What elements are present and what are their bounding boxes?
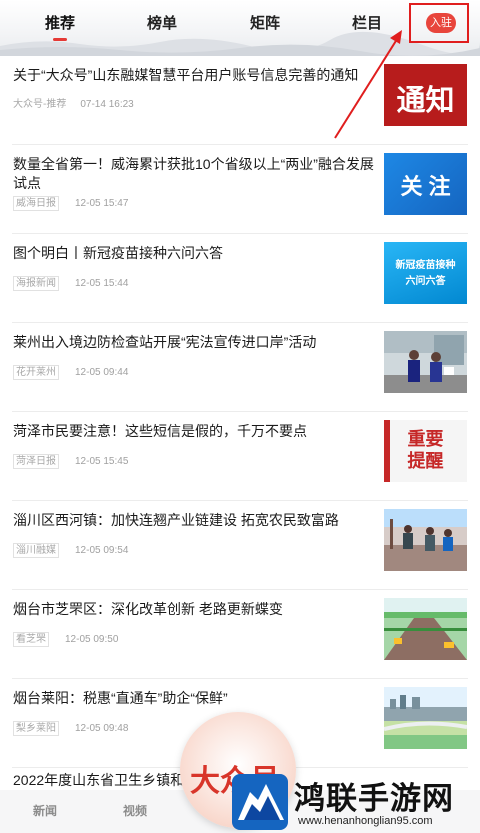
item-source: 梨乡莱阳 [13, 721, 59, 736]
item-title: 数量全省第一！威海累计获批10个省级以上“两业”融合发展试点 [13, 156, 374, 191]
item-thumbnail [384, 687, 467, 749]
thumb-text: 新冠疫苗接种 六问六答 [395, 260, 456, 287]
list-item[interactable]: 烟台市芝罘区：深化改革创新 老路更新蝶变 看芝罘 12-05 09:50 [0, 590, 480, 679]
item-time: 12-05 15:47 [75, 198, 129, 209]
item-meta: 花开莱州 12-05 09:44 [13, 365, 128, 380]
photo-farm-work-image [384, 509, 467, 571]
item-title: 淄川区西河镇：加快连翘产业链建设 拓宽农民致富路 [13, 512, 339, 528]
item-source: 威海日报 [13, 196, 59, 211]
thumb-text: 关 注 [400, 174, 451, 199]
item-thumbnail [384, 598, 467, 660]
item-time: 12-05 09:44 [75, 367, 129, 378]
tab-matrix[interactable]: 矩阵 [250, 12, 280, 33]
item-thumbnail: 重要 提醒 [384, 420, 467, 482]
list-item[interactable]: 关于“大众号”山东融媒智慧平台用户账号信息完善的通知 大众号-推荐 07-14 … [0, 56, 480, 145]
item-title: 菏泽市民要注意！这些短信是假的，千万不要点 [13, 423, 307, 439]
item-time: 12-05 09:48 [75, 723, 129, 734]
item-source: 花开莱州 [13, 365, 59, 380]
item-time: 12-05 09:50 [65, 634, 119, 645]
list-item[interactable]: 莱州出入境边防检查站开展“宪法宣传进口岸”活动 花开莱州 12-05 09:44 [0, 323, 480, 412]
watermark-text: 鸿联手游网 [294, 781, 454, 817]
item-source: 海报新闻 [13, 276, 59, 291]
thumb-text: 重要 提醒 [407, 429, 444, 472]
list-item[interactable]: 菏泽市民要注意！这些短信是假的，千万不要点 菏泽日报 12-05 15:45 重… [0, 412, 480, 501]
photo-road-construction-image [384, 598, 467, 660]
thumb-text: 通知 [396, 83, 455, 117]
item-title: 烟台莱阳：税惠“直通车”助企“保鲜” [13, 690, 228, 706]
item-time: 12-05 15:44 [75, 278, 129, 289]
item-source: 看芝罘 [13, 632, 49, 647]
tab-video[interactable]: 视频 [123, 802, 147, 819]
item-meta: 大众号-推荐 07-14 16:23 [13, 98, 134, 111]
item-thumbnail: 通知 [384, 64, 467, 126]
photo-officers-image [384, 331, 467, 393]
tab-ranking[interactable]: 榜单 [147, 12, 177, 33]
list-item[interactable]: 数量全省第一！威海累计获批10个省级以上“两业”融合发展试点 威海日报 12-0… [0, 145, 480, 234]
item-title: 莱州出入境边防检查站开展“宪法宣传进口岸”活动 [13, 334, 317, 350]
item-title-partial[interactable]: 2022年度山东省卫生乡镇和 [13, 770, 184, 790]
join-button[interactable]: 入驻 [426, 13, 456, 33]
item-source: 淄川融媒 [13, 543, 59, 558]
tab-news[interactable]: 新闻 [33, 802, 57, 819]
item-meta: 梨乡莱阳 12-05 09:48 [13, 721, 128, 736]
item-meta: 淄川融媒 12-05 09:54 [13, 543, 128, 558]
item-title: 烟台市芝罘区：深化改革创新 老路更新蝶变 [13, 601, 283, 617]
item-thumbnail [384, 331, 467, 393]
list-item[interactable]: 淄川区西河镇：加快连翘产业链建设 拓宽农民致富路 淄川融媒 12-05 09:5… [0, 501, 480, 590]
item-title: 图个明白丨新冠疫苗接种六问六答 [13, 245, 223, 261]
item-source: 大众号-推荐 [13, 99, 67, 110]
item-meta: 看芝罘 12-05 09:50 [13, 632, 118, 647]
top-nav-bar: 推荐 榜单 矩阵 栏目 入驻 [0, 0, 480, 56]
item-time: 12-05 15:45 [75, 456, 129, 467]
item-thumbnail [384, 509, 467, 571]
item-thumbnail: 关 注 [384, 153, 467, 215]
photo-city-aerial-image [384, 687, 467, 749]
item-thumbnail: 新冠疫苗接种 六问六答 [384, 242, 467, 304]
item-source: 菏泽日报 [13, 454, 59, 469]
item-meta: 威海日报 12-05 15:47 [13, 196, 128, 211]
site-watermark: 鸿联手游网 www.henanhonglian95.com [228, 770, 480, 833]
list-item[interactable]: 图个明白丨新冠疫苗接种六问六答 海报新闻 12-05 15:44 新冠疫苗接种 … [0, 234, 480, 323]
item-time: 07-14 16:23 [80, 99, 134, 110]
item-meta: 海报新闻 12-05 15:44 [13, 276, 128, 291]
item-time: 12-05 09:54 [75, 545, 129, 556]
tab-columns[interactable]: 栏目 [352, 12, 382, 33]
watermark-logo-icon [232, 774, 288, 830]
tab-recommend[interactable]: 推荐 [45, 12, 75, 33]
item-title: 关于“大众号”山东融媒智慧平台用户账号信息完善的通知 [13, 67, 359, 83]
item-meta: 菏泽日报 12-05 15:45 [13, 454, 128, 469]
watermark-url: www.henanhonglian95.com [298, 815, 433, 827]
